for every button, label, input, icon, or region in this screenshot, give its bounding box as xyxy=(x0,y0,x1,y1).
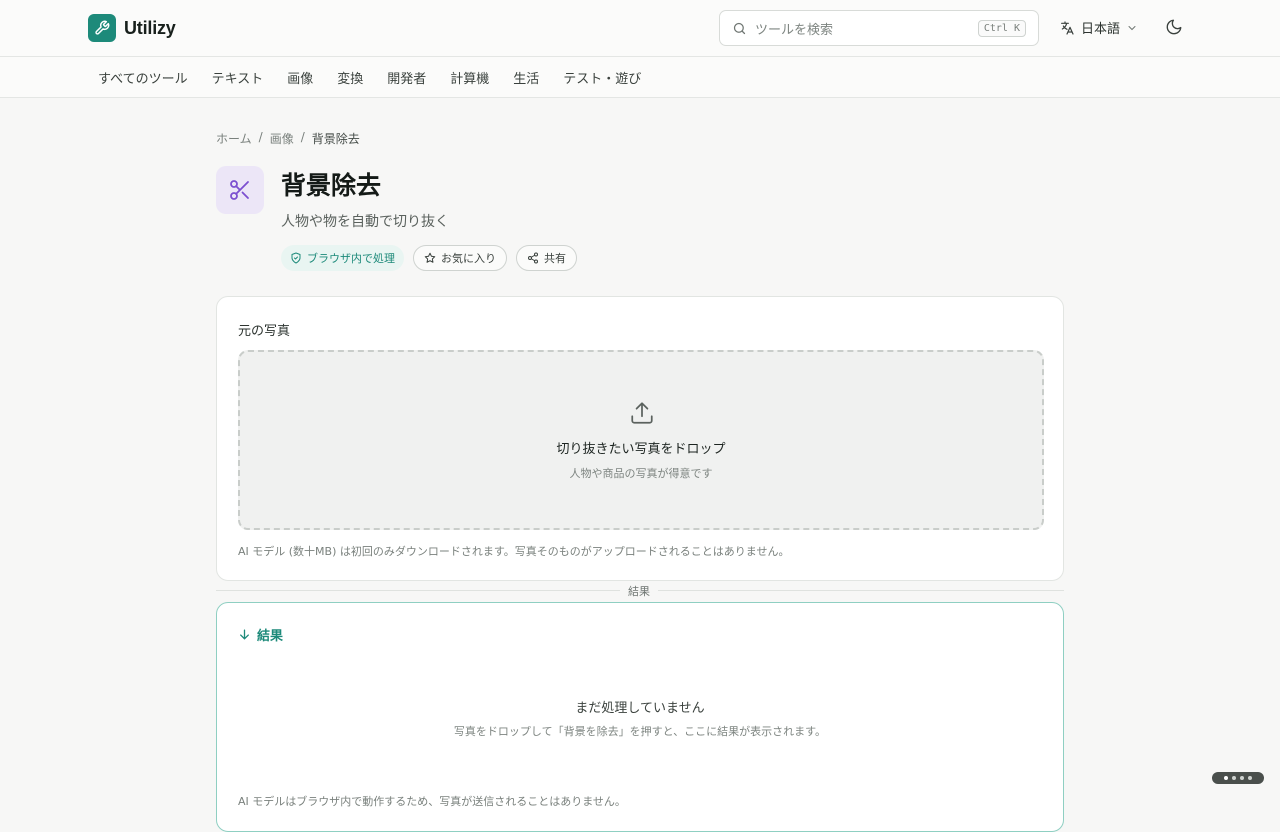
badge-label: ブラウザ内で処理 xyxy=(307,252,395,265)
indicator-dot[interactable] xyxy=(1232,776,1236,780)
shortcut-hint: Ctrl K xyxy=(977,19,1026,37)
breadcrumb: ホーム / 画像 / 背景除去 xyxy=(216,130,360,147)
drop-zone-title: 切り抜きたい写真をドロップ xyxy=(556,442,726,457)
source-photo-label: 元の写真 xyxy=(238,324,291,339)
model-download-note: AI モデル (数十MB) は初回のみダウンロードされます。写真そのものがアップ… xyxy=(238,545,790,558)
nav-item-all[interactable]: すべてのツール xyxy=(98,68,188,87)
arrow-down-icon xyxy=(240,629,249,640)
search-placeholder: ツールを検索 xyxy=(755,22,834,38)
translate-icon xyxy=(1061,20,1074,35)
result-heading: 結果 xyxy=(238,625,283,644)
wrench-icon xyxy=(88,14,116,42)
favorite-label: お気に入り xyxy=(441,252,496,265)
drop-zone-hint: 人物や商品の写真が得意です xyxy=(569,467,713,480)
nav-item-image[interactable]: 画像 xyxy=(287,68,313,87)
result-heading-label: 結果 xyxy=(257,629,284,644)
nav-item-games[interactable]: テスト・遊び xyxy=(563,68,641,87)
nav-item-calculator[interactable]: 計算機 xyxy=(450,68,489,87)
upload-icon xyxy=(631,402,653,424)
breadcrumb-home[interactable]: ホーム xyxy=(216,130,252,147)
indicator-dot[interactable] xyxy=(1248,776,1252,780)
result-card: 結果 まだ処理していません 写真をドロップして「背景を除去」を押すと、ここに結果… xyxy=(216,602,1064,832)
breadcrumb-section[interactable]: 画像 xyxy=(270,130,294,147)
indicator-dot[interactable] xyxy=(1224,776,1228,780)
share-label: 共有 xyxy=(544,252,566,265)
page-subtitle: 人物や物を自動で切り抜く xyxy=(281,214,449,230)
divider-label: 結果 xyxy=(620,583,658,599)
breadcrumb-separator: / xyxy=(258,130,263,144)
nav-item-convert[interactable]: 変換 xyxy=(337,68,363,87)
shield-check-icon xyxy=(291,252,301,264)
privacy-note: AI モデルはブラウザ内で動作するため、写真が送信されることはありません。 xyxy=(238,795,626,808)
scissors-icon xyxy=(216,166,264,214)
browser-processing-badge: ブラウザ内で処理 xyxy=(281,245,404,271)
language-switcher[interactable]: 日本語 xyxy=(1059,18,1138,37)
category-nav: すべてのツール テキスト 画像 変換 開発者 計算機 生活 テスト・遊び xyxy=(0,57,1280,98)
indicator-dot[interactable] xyxy=(1240,776,1244,780)
breadcrumb-separator: / xyxy=(300,130,305,144)
carousel-indicator[interactable] xyxy=(1212,772,1264,784)
brand-logo[interactable]: Utilizy xyxy=(88,14,176,42)
share-icon xyxy=(528,252,538,264)
search-input[interactable]: ツールを検索 Ctrl K xyxy=(719,10,1039,46)
source-photo-card: 元の写真 切り抜きたい写真をドロップ 人物や商品の写真が得意です AI モデル … xyxy=(216,296,1064,581)
page-title: 背景除去 xyxy=(281,171,382,200)
photo-drop-zone[interactable]: 切り抜きたい写真をドロップ 人物や商品の写真が得意です xyxy=(238,350,1044,530)
top-header: Utilizy ツールを検索 Ctrl K 日本語 xyxy=(0,0,1280,57)
theme-toggle[interactable] xyxy=(1165,18,1183,40)
star-icon xyxy=(424,252,436,263)
share-button[interactable]: 共有 xyxy=(516,245,577,271)
search-icon xyxy=(733,22,746,34)
favorite-button[interactable]: お気に入り xyxy=(413,245,507,271)
moon-icon xyxy=(1166,19,1182,35)
empty-state-title: まだ処理していません xyxy=(575,701,705,716)
chevron-down-icon xyxy=(1128,25,1136,30)
brand-name: Utilizy xyxy=(124,17,176,38)
empty-state-hint: 写真をドロップして「背景を除去」を押すと、ここに結果が表示されます。 xyxy=(453,725,827,738)
breadcrumb-current: 背景除去 xyxy=(311,132,360,146)
nav-item-text[interactable]: テキスト xyxy=(212,68,264,87)
tool-actions: ブラウザ内で処理 お気に入り 共有 xyxy=(281,245,577,271)
nav-item-developer[interactable]: 開発者 xyxy=(387,68,426,87)
nav-item-life[interactable]: 生活 xyxy=(513,68,539,87)
language-label: 日本語 xyxy=(1081,22,1121,37)
